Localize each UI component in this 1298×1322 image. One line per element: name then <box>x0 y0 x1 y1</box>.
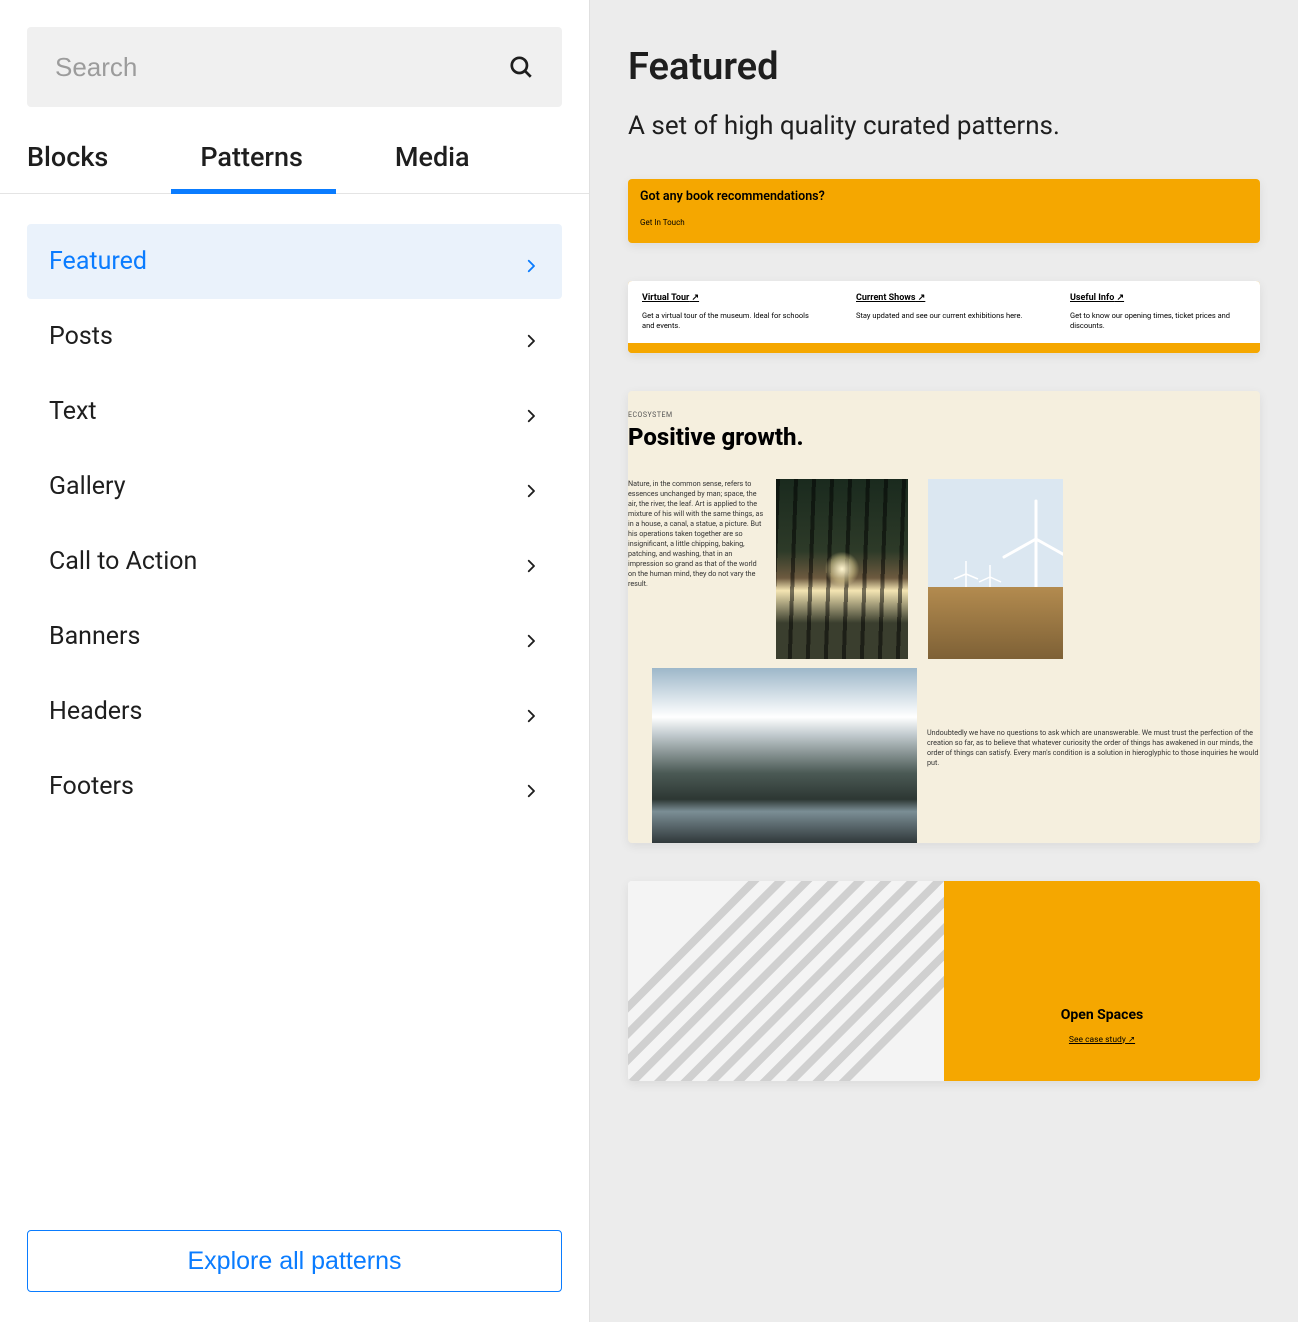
preview-tag: ECOSYSTEM <box>628 411 1260 419</box>
preview-column: Virtual Tour Get a virtual tour of the mu… <box>642 293 818 331</box>
wave-image <box>628 881 944 1081</box>
forest-image <box>776 479 908 659</box>
chevron-right-icon <box>522 253 540 271</box>
pattern-preview-cta-book[interactable]: Got any book recommendations? Get In Tou… <box>628 179 1260 243</box>
category-item-footers[interactable]: Footers <box>27 749 562 824</box>
chevron-right-icon <box>522 553 540 571</box>
category-item-text[interactable]: Text <box>27 374 562 449</box>
pattern-preview-ecosystem[interactable]: ECOSYSTEM Positive growth. Nature, in th… <box>628 391 1260 843</box>
chevron-right-icon <box>522 703 540 721</box>
category-label: Banners <box>49 622 140 651</box>
category-item-posts[interactable]: Posts <box>27 299 562 374</box>
preview-paragraph: Nature, in the common sense, refers to e… <box>628 479 766 659</box>
tab-patterns[interactable]: Patterns <box>200 121 303 193</box>
panel-subtitle: A set of high quality curated patterns. <box>628 111 1260 141</box>
chevron-right-icon <box>522 478 540 496</box>
category-item-headers[interactable]: Headers <box>27 674 562 749</box>
chevron-right-icon <box>522 403 540 421</box>
preview-heading: Open Spaces <box>1061 1007 1143 1023</box>
preview-link: See case study <box>1069 1035 1135 1045</box>
chevron-right-icon <box>522 778 540 796</box>
pattern-category-list: Featured Posts Text Gallery Call to Action Ba… <box>0 194 589 1230</box>
preview-column: Current Shows Stay updated and see our cu… <box>856 293 1032 331</box>
preview-heading: Positive growth. <box>628 423 1260 451</box>
preview-heading: Got any book recommendations? <box>640 189 1248 204</box>
category-label: Posts <box>49 322 113 351</box>
category-label: Text <box>49 397 97 426</box>
preview-column-text: Get to know our opening times, ticket pr… <box>1070 311 1246 331</box>
preview-column-heading: Useful Info <box>1070 293 1246 303</box>
panel-title: Featured <box>628 45 1260 89</box>
search-icon <box>508 54 534 80</box>
explore-all-patterns-button[interactable]: Explore all patterns <box>27 1230 562 1292</box>
preview-column-heading: Current Shows <box>856 293 1032 303</box>
pattern-preview-panel: Featured A set of high quality curated p… <box>590 0 1298 1322</box>
tab-media[interactable]: Media <box>395 121 470 193</box>
pattern-preview-three-columns[interactable]: Virtual Tour Get a virtual tour of the mu… <box>628 281 1260 353</box>
windmill-image <box>928 479 1063 659</box>
category-label: Call to Action <box>49 547 197 576</box>
inserter-tabs: Blocks Patterns Media <box>0 121 589 194</box>
chevron-right-icon <box>522 628 540 646</box>
category-label: Headers <box>49 697 142 726</box>
preview-paragraph: Undoubtedly we have no questions to ask … <box>927 668 1260 768</box>
pattern-preview-open-spaces[interactable]: Open Spaces See case study <box>628 881 1260 1081</box>
category-item-cta[interactable]: Call to Action <box>27 524 562 599</box>
search-box[interactable] <box>27 27 562 107</box>
preview-button-label: Get In Touch <box>640 218 1248 227</box>
category-item-banners[interactable]: Banners <box>27 599 562 674</box>
category-label: Featured <box>49 247 147 276</box>
chevron-right-icon <box>522 328 540 346</box>
inserter-sidebar: Blocks Patterns Media Featured Posts Text G… <box>0 0 590 1322</box>
category-item-featured[interactable]: Featured <box>27 224 562 299</box>
category-label: Gallery <box>49 472 126 501</box>
preview-column: Useful Info Get to know our opening times… <box>1070 293 1246 331</box>
category-label: Footers <box>49 772 134 801</box>
category-item-gallery[interactable]: Gallery <box>27 449 562 524</box>
preview-column-heading: Virtual Tour <box>642 293 818 303</box>
tab-blocks[interactable]: Blocks <box>27 121 108 193</box>
coast-image <box>652 668 917 843</box>
preview-column-text: Get a virtual tour of the museum. Ideal … <box>642 311 818 331</box>
preview-column-text: Stay updated and see our current exhibit… <box>856 311 1032 321</box>
search-input[interactable] <box>55 52 508 83</box>
